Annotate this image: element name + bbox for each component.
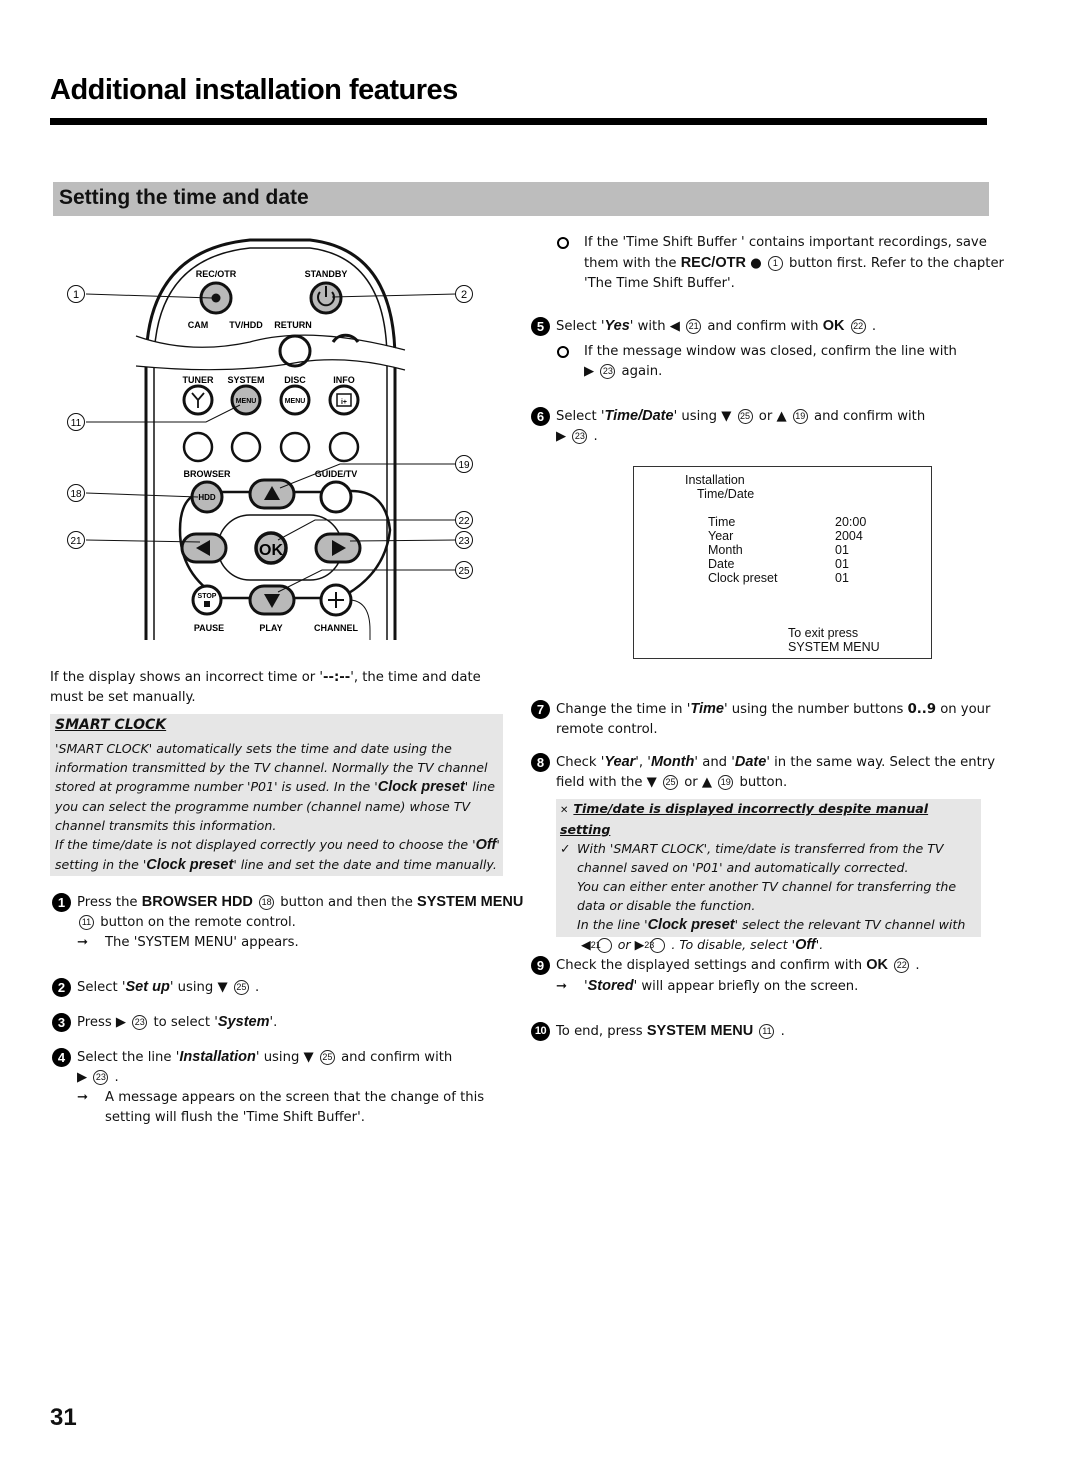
step-6: 6 Select 'Time/Date' using ▼ 25 or ▲ 19 …: [531, 406, 1006, 447]
label-rec-otr: REC/OTR: [196, 269, 237, 279]
down-triangle-icon: ▼: [646, 775, 657, 790]
callout-25: 25: [458, 566, 470, 577]
bullet-circle-icon: [557, 346, 569, 358]
section-header: Setting the time and date: [53, 182, 989, 216]
left-triangle-icon: ◀: [581, 937, 591, 952]
label-ok: OK: [259, 542, 283, 559]
osd-row: Month 01: [708, 543, 849, 557]
callout-11: 11: [71, 418, 82, 429]
down-triangle-icon: ▼: [217, 980, 228, 995]
up-triangle-icon: ▲: [701, 775, 713, 790]
smart-clock-note: SMART CLOCK 'SMART CLOCK' automatically …: [50, 714, 503, 876]
step-4-result: A message appears on the screen that the…: [105, 1090, 485, 1125]
step-1-result: The 'SYSTEM MENU' appears.: [105, 935, 299, 950]
callout-1: 1: [73, 289, 79, 301]
record-dot-icon: [211, 293, 221, 303]
label-tuner: TUNER: [183, 375, 214, 385]
stop-button: [191, 584, 223, 616]
label-disc: DISC: [284, 375, 306, 385]
callout-18: 18: [70, 489, 82, 500]
section-title: Setting the time and date: [59, 186, 309, 209]
osd-time-date-screen: Installation Time/Date Time 20:00 Year 200…: [633, 466, 932, 659]
smart-clock-body: 'SMART CLOCK' automatically sets the tim…: [55, 741, 500, 873]
smart-clock-title: SMART CLOCK: [55, 717, 167, 733]
title-rule: [50, 118, 987, 125]
right-triangle-icon: ▶: [584, 364, 595, 379]
intro-paragraph: If the display shows an incorrect time o…: [50, 670, 481, 705]
arrow-right-icon: ➞: [77, 1090, 89, 1105]
color-button-red: [182, 431, 214, 463]
step-7: 7 Change the time in 'Time' using the nu…: [531, 699, 1006, 740]
page-number: 31: [50, 1404, 77, 1431]
tip-problem: ✕ Time/date is displayed incorrectly desp…: [560, 801, 929, 837]
label-guide-tv: GUIDE/TV: [315, 469, 358, 479]
osd-row: Year 2004: [708, 529, 863, 543]
step-5-note: If the message window was closed, confir…: [556, 342, 1006, 382]
label-menu-system: MENU: [236, 398, 257, 405]
step-number-badge: 1: [52, 893, 71, 912]
osd-title: Installation: [685, 473, 745, 487]
color-button-green: [230, 431, 262, 463]
right-triangle-icon: ▶: [115, 1015, 127, 1030]
label-system: SYSTEM: [227, 375, 264, 385]
record-dot-icon: ●: [750, 256, 762, 271]
label-info: INFO: [333, 375, 355, 385]
svg-text:i+: i+: [341, 399, 347, 406]
check-icon: ✓: [560, 841, 571, 856]
label-channel: CHANNEL: [314, 623, 359, 633]
callout-22: 22: [458, 516, 470, 527]
osd-row: Date 01: [708, 557, 849, 571]
osd-exit-hint: To exit press SYSTEM MENU: [788, 626, 880, 654]
guide-tv-button: [319, 480, 353, 514]
label-stop: STOP: [198, 593, 217, 600]
step-5: 5 Select 'Yes' with ◀ 21 and confirm wit…: [531, 316, 1006, 382]
callout-19: 19: [458, 460, 470, 471]
remote-control-illustration: REC/OTR STANDBY CAM TV/HDD RETURN TUNER …: [50, 230, 500, 650]
label-tv-hdd: TV/HDD: [229, 320, 263, 330]
down-triangle-icon: ▼: [721, 409, 732, 424]
osd-subtitle: Time/Date: [697, 487, 755, 501]
label-standby: STANDBY: [305, 269, 348, 279]
stop-icon: [204, 601, 210, 607]
right-triangle-icon: ▶: [556, 429, 567, 444]
step-10: 10 To end, press SYSTEM MENU 11 .: [531, 1021, 1006, 1042]
step-1: 1 Press the BROWSER HDD 18 button and th…: [52, 892, 527, 953]
label-menu-disc: MENU: [285, 398, 306, 405]
right-triangle-icon: ▶: [77, 1070, 88, 1085]
label-pause: PAUSE: [194, 623, 224, 633]
label-hdd: HDD: [198, 493, 216, 502]
right-triangle-icon: ▶: [634, 937, 645, 952]
osd-row: Clock preset 01: [708, 571, 849, 585]
callout-23: 23: [458, 536, 470, 547]
osd-rows: Time 20:00 Year 2004 Month 01 Date 01 Clock …: [708, 515, 908, 585]
page-title: Additional installation features: [50, 74, 458, 106]
step-8: 8 Check 'Year', 'Month' and 'Date' in th…: [531, 752, 1006, 793]
label-cam: CAM: [188, 320, 209, 330]
up-triangle-icon: ▲: [776, 409, 787, 424]
label-browser: BROWSER: [184, 469, 232, 479]
color-button-yellow: [279, 431, 311, 463]
arrow-right-icon: ➞: [556, 979, 568, 994]
bullet-circle-icon: [557, 237, 569, 249]
step-4: 4 Select the line 'Installation' using ▼…: [52, 1047, 527, 1128]
label-play: PLAY: [259, 623, 282, 633]
osd-row: Time 20:00: [708, 515, 867, 529]
step-3: 3 Press ▶ 23 to select 'System'.: [52, 1012, 527, 1033]
step-9: 9 Check the displayed settings and confi…: [531, 955, 1006, 997]
callout-21: 21: [70, 536, 82, 547]
left-triangle-icon: ◀: [669, 319, 680, 334]
color-button-blue: [328, 431, 360, 463]
callout-2: 2: [461, 289, 467, 301]
cross-icon: ✕: [560, 805, 569, 816]
down-triangle-icon: ▼: [303, 1050, 314, 1065]
arrow-right-icon: ➞: [77, 935, 89, 950]
tip-solution: ✓ With 'SMART CLOCK', time/date is transf…: [560, 841, 966, 953]
troubleshooting-tip: ✕ Time/date is displayed incorrectly desp…: [556, 799, 981, 953]
time-shift-buffer-note: If the 'Time Shift Buffer ' contains imp…: [557, 233, 1004, 294]
label-return: RETURN: [274, 320, 312, 330]
step-2: 2 Select 'Set up' using ▼ 25 .: [52, 977, 527, 998]
